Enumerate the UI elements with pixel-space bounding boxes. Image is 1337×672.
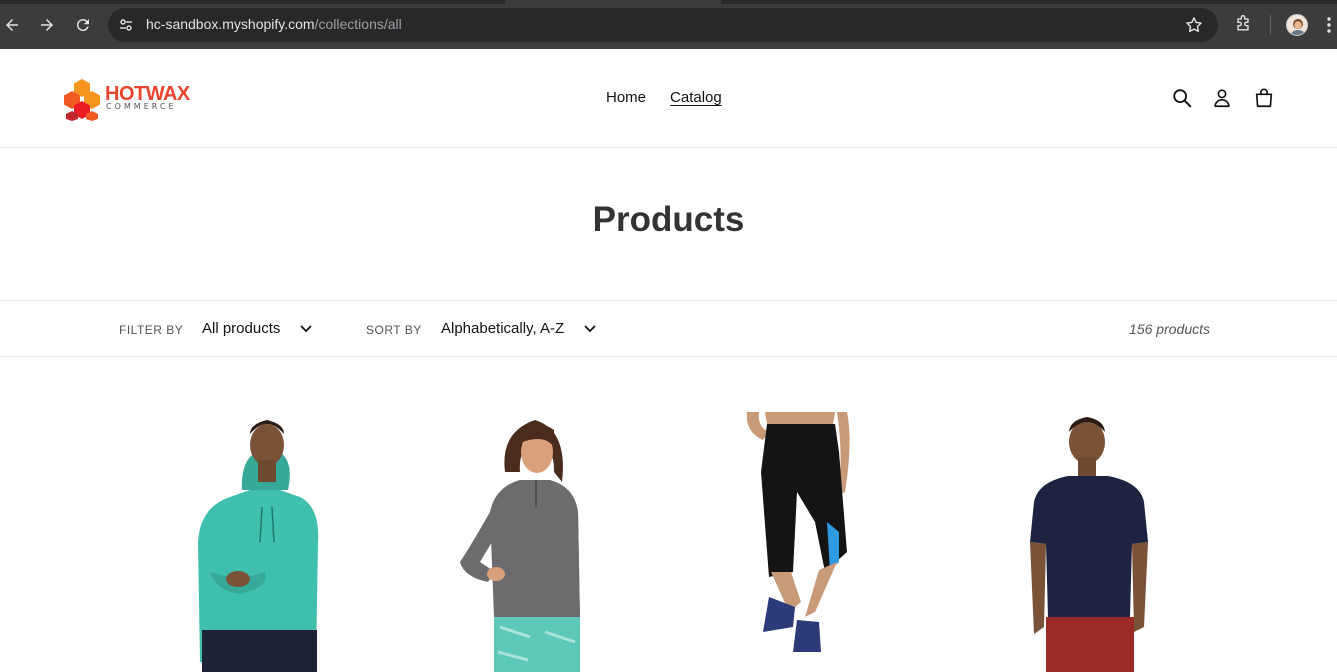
hexagon-logo-icon [64, 79, 100, 121]
extensions-icon[interactable] [1233, 14, 1253, 34]
menu-dots-icon[interactable] [1326, 15, 1332, 35]
store-header: HOTWAX COMMERCE Home Catalog [0, 49, 1337, 148]
cart-icon[interactable] [1252, 87, 1276, 114]
back-icon[interactable] [0, 13, 24, 37]
product-count: 156 products [1129, 321, 1210, 337]
filter-by-label: FILTER BY [119, 323, 184, 337]
sort-value: Alphabetically, A-Z [441, 320, 565, 337]
profile-avatar[interactable] [1286, 14, 1308, 36]
active-tab[interactable] [505, 0, 721, 4]
product-card[interactable] [1020, 412, 1160, 672]
logo-subtitle: COMMERCE [106, 102, 177, 111]
tab-strip [0, 0, 1337, 4]
filter-dropdown[interactable]: All products [202, 320, 312, 337]
sort-dropdown[interactable]: Alphabetically, A-Z [441, 320, 596, 337]
chevron-down-icon [300, 325, 312, 332]
browser-toolbar: hc-sandbox.myshopify.com/collections/all [0, 0, 1337, 49]
forward-icon[interactable] [35, 13, 59, 37]
filter-value: All products [202, 320, 281, 337]
sort-by-label: SORT BY [366, 323, 422, 337]
address-bar[interactable]: hc-sandbox.myshopify.com/collections/all [108, 8, 1218, 42]
product-card[interactable] [170, 412, 340, 672]
account-icon[interactable] [1211, 87, 1233, 114]
product-image-woman-gray-pullover [460, 420, 580, 672]
chevron-down-icon [584, 325, 596, 332]
reload-icon[interactable] [71, 13, 95, 37]
page-title: Products [592, 200, 745, 239]
store-logo[interactable]: HOTWAX COMMERCE [61, 77, 201, 121]
main-navigation: Home Catalog [606, 89, 722, 106]
nav-catalog[interactable]: Catalog [670, 89, 722, 106]
nav-home[interactable]: Home [606, 89, 646, 106]
url-host: hc-sandbox.myshopify.com [146, 16, 315, 32]
collection-filter-bar: FILTER BY All products SORT BY Alphabeti… [0, 300, 1337, 357]
url-text[interactable]: hc-sandbox.myshopify.com/collections/all [146, 16, 402, 32]
site-info-icon[interactable] [116, 15, 136, 35]
toolbar-divider [1270, 15, 1271, 35]
product-image-man-navy-tshirt [1030, 417, 1148, 672]
search-icon[interactable] [1171, 87, 1193, 114]
product-image-black-capri-leggings [746, 412, 850, 652]
product-card[interactable] [450, 412, 625, 672]
product-image-man-teal-hoodie [198, 420, 319, 672]
product-card[interactable] [735, 412, 865, 672]
url-path: /collections/all [314, 16, 402, 32]
bookmark-star-icon[interactable] [1184, 15, 1204, 35]
